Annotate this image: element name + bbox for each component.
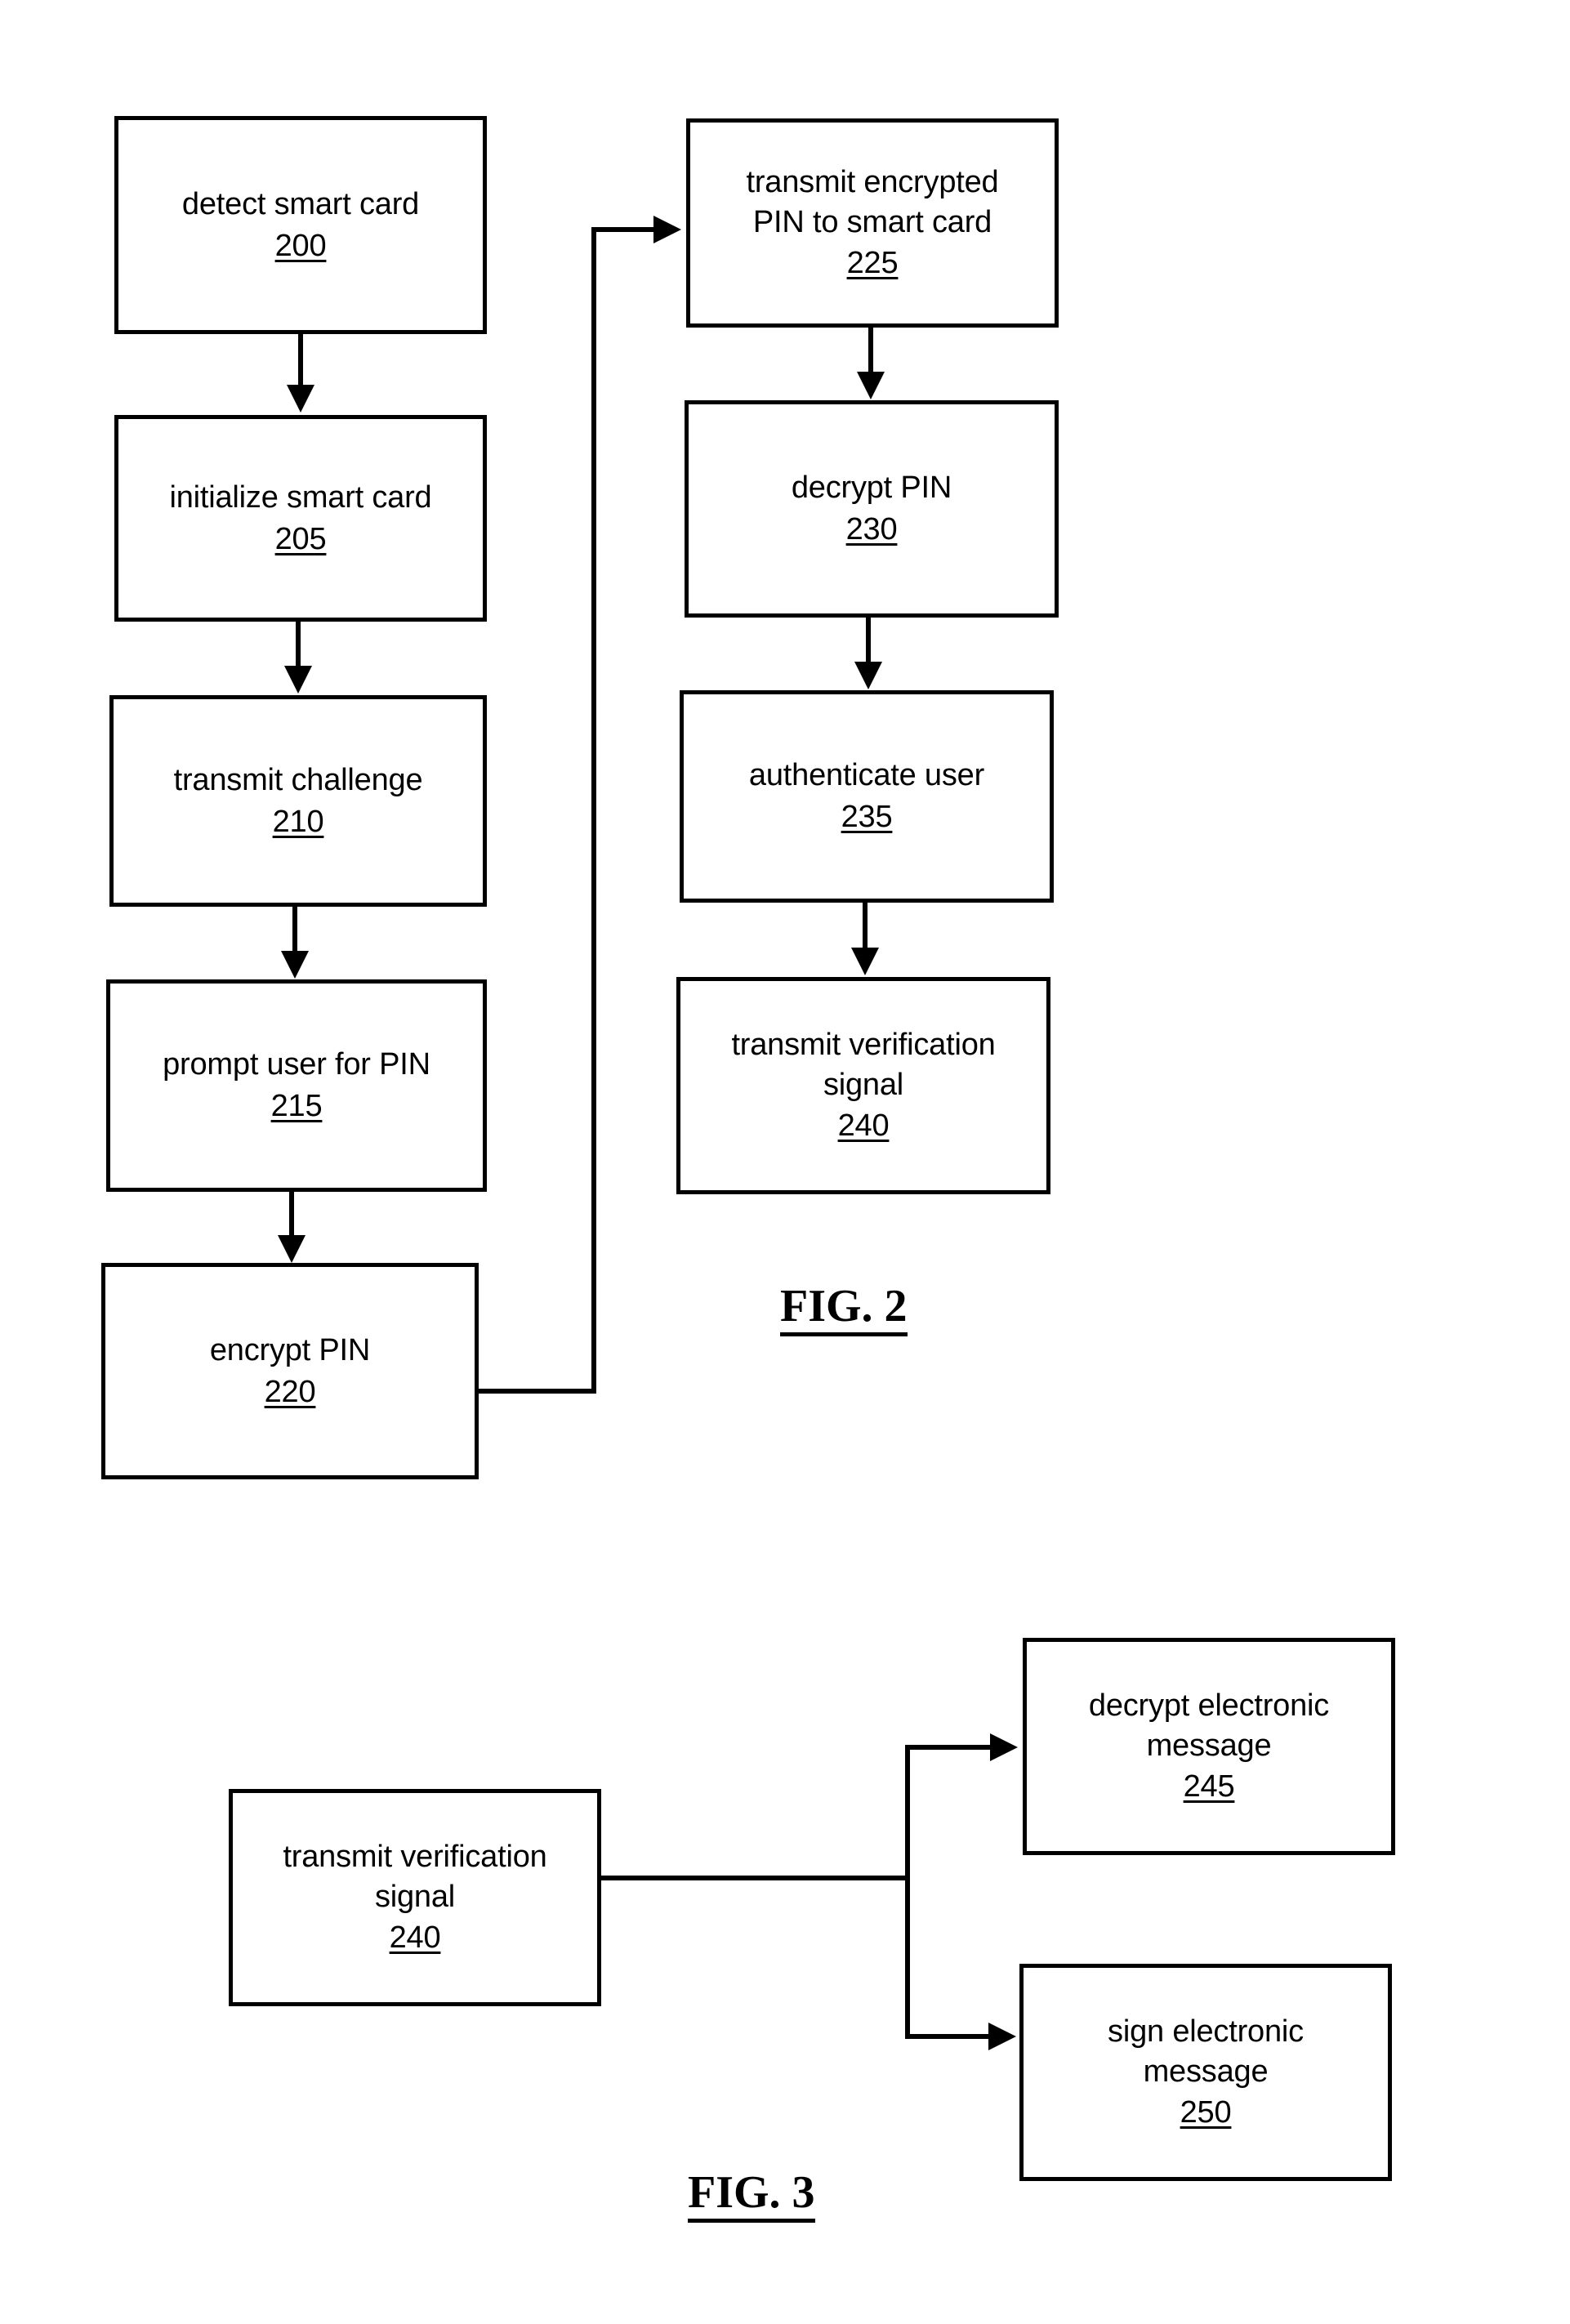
flow-box-label: initialize smart card: [169, 480, 432, 515]
flow-box-detect-smart-card: detect smart card 200: [114, 116, 487, 334]
flow-box-label: decrypt electronic message: [1088, 1688, 1330, 1763]
connector-fig3-branch-to-245: [905, 1745, 993, 1750]
connector-225-to-230: [868, 328, 873, 373]
flow-box-label: authenticate user: [748, 758, 985, 793]
flow-box-decrypt-pin: decrypt PIN 230: [685, 400, 1059, 618]
patent-drawing-sheet: detect smart card 200 initialize smart c…: [0, 0, 1570, 2324]
flow-box-label: decrypt PIN: [791, 471, 952, 506]
connector-215-to-220: [289, 1192, 294, 1237]
connector-220-to-225-segment-h2: [591, 227, 658, 232]
arrowhead-fig3-to-250-icon: [988, 2023, 1016, 2050]
flow-box-label: detect smart card: [181, 186, 420, 221]
figure-caption-fig3: FIG. 3: [688, 2169, 815, 2223]
flow-box-label: encrypt PIN: [209, 1332, 371, 1367]
arrowhead-fig3-to-245-icon: [990, 1733, 1018, 1761]
arrowhead-235-to-240-icon: [851, 948, 879, 975]
flow-box-label: transmit verification signal: [283, 1840, 547, 1914]
flow-box-reference-numeral: 240: [837, 1108, 890, 1144]
flow-box-decrypt-electronic-message: decrypt electronic message 245: [1023, 1638, 1395, 1855]
arrowhead-225-to-230-icon: [857, 372, 885, 399]
flow-box-reference-numeral: 250: [1180, 2095, 1232, 2130]
flow-box-reference-numeral: 200: [274, 228, 327, 263]
flow-box-encrypt-pin: encrypt PIN 220: [101, 1263, 479, 1479]
connector-220-to-225-segment-h1: [477, 1389, 596, 1394]
flow-box-label: transmit encrypted PIN to smart card: [746, 165, 999, 239]
flow-box-label: transmit verification signal: [731, 1028, 996, 1102]
flow-box-label: prompt user for PIN: [163, 1047, 430, 1082]
flow-box-prompt-user-for-pin: prompt user for PIN 215: [106, 979, 487, 1192]
connector-200-to-205: [298, 334, 303, 386]
flow-box-transmit-verification-signal: transmit verification signal 240: [676, 977, 1050, 1194]
arrowhead-230-to-235-icon: [854, 662, 882, 689]
connector-fig3-trunk: [600, 1876, 910, 1880]
connector-230-to-235: [866, 618, 871, 663]
connector-fig3-branch-to-250: [905, 2034, 992, 2039]
figure-caption-fig2: FIG. 2: [780, 1282, 908, 1336]
arrowhead-215-to-220-icon: [278, 1235, 306, 1263]
flow-box-reference-numeral: 210: [272, 804, 324, 839]
flow-box-label: sign electronic message: [1108, 2014, 1304, 2089]
flow-box-reference-numeral: 240: [389, 1920, 441, 1956]
arrowhead-200-to-205-icon: [287, 385, 314, 413]
arrowhead-205-to-210-icon: [284, 666, 312, 694]
flow-box-reference-numeral: 230: [845, 512, 898, 546]
connector-210-to-215: [292, 907, 297, 952]
flow-box-reference-numeral: 235: [841, 800, 893, 834]
connector-235-to-240: [863, 903, 868, 949]
flow-box-reference-numeral: 245: [1183, 1769, 1235, 1804]
flow-box-reference-numeral: 215: [270, 1089, 323, 1123]
connector-205-to-210: [296, 622, 301, 667]
flow-box-reference-numeral: 225: [846, 246, 899, 281]
connector-fig3-split-column: [905, 1745, 910, 2039]
flow-box-initialize-smart-card: initialize smart card 205: [114, 415, 487, 622]
flow-box-reference-numeral: 205: [274, 521, 327, 556]
flow-box-transmit-challenge: transmit challenge 210: [109, 695, 487, 907]
flow-box-transmit-encrypted-pin: transmit encrypted PIN to smart card 225: [686, 118, 1059, 328]
flow-box-sign-electronic-message: sign electronic message 250: [1019, 1964, 1392, 2181]
arrowhead-210-to-215-icon: [281, 951, 309, 979]
flow-box-reference-numeral: 220: [264, 1374, 316, 1409]
flow-box-authenticate-user: authenticate user 235: [680, 690, 1054, 903]
arrowhead-220-to-225-icon: [653, 216, 681, 243]
flow-box-label: transmit challenge: [173, 762, 423, 797]
connector-220-to-225-segment-v: [591, 227, 596, 1394]
flow-box-fig3-transmit-verification-signal: transmit verification signal 240: [229, 1789, 601, 2006]
